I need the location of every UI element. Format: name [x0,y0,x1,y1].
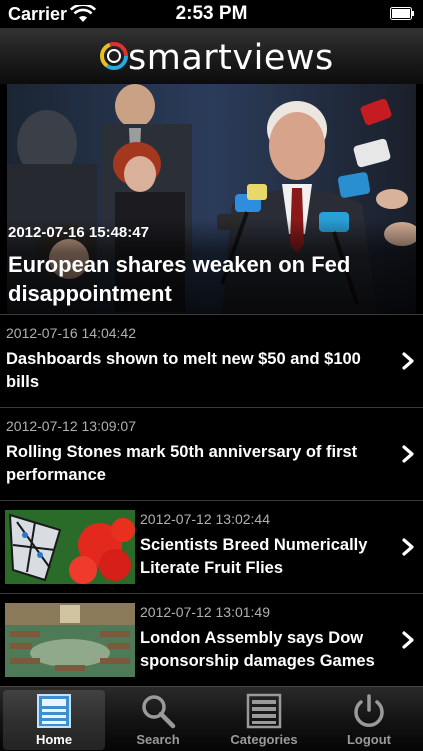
article-title: Rolling Stones mark 50th anniversary of … [6,443,358,484]
search-icon [142,695,176,729]
tab-home[interactable]: Home [3,690,105,750]
article-date: 2012-07-16 14:04:42 [6,325,136,341]
article-title: Scientists Breed Numerically Literate Fr… [140,536,368,577]
app-logo: smartviews [98,34,333,80]
article-date: 2012-07-12 13:01:49 [140,604,270,620]
list-item[interactable]: 2012-07-12 13:09:07 Rolling Stones mark … [0,407,423,500]
logo-text: smartviews [128,38,334,78]
chevron-right-icon [402,352,414,370]
article-title: London Assembly says Dow sponsorship dam… [140,629,375,670]
list-item[interactable]: 2012-07-12 13:02:44 Scientists Breed Num… [0,500,423,593]
categories-icon [246,693,282,729]
tab-label: Logout [346,732,392,747]
chevron-right-icon [402,631,414,649]
article-date: 2012-07-12 13:02:44 [140,511,270,527]
tab-label: Categories [230,732,298,747]
tab-bar: Home Search Categories Logout [0,686,423,751]
chevron-right-icon [402,445,414,463]
chevron-right-icon [402,538,414,556]
home-icon [37,694,71,728]
list-item[interactable]: 2012-07-12 13:01:49 London Assembly says… [0,593,423,686]
featured-story[interactable]: 2012-07-16 15:48:47 European shares weak… [0,84,423,314]
article-list: 2012-07-16 14:04:42 Dashboards shown to … [0,314,423,686]
status-time: 2:53 PM [175,3,248,24]
article-title: Dashboards shown to melt new $50 and $10… [6,350,361,391]
tab-label: Search [136,732,180,747]
logo-ring-icon [100,42,128,70]
app-header: smartviews [0,28,423,85]
article-thumbnail [5,510,135,584]
power-icon [354,694,384,727]
list-item[interactable]: 2012-07-16 14:04:42 Dashboards shown to … [0,314,423,407]
status-bar: Carrier 2:53 PM [0,0,423,28]
tab-label: Home [35,732,73,747]
article-thumbnail [5,603,135,677]
tab-categories[interactable]: Categories [213,687,315,751]
featured-date: 2012-07-16 15:48:47 [8,224,149,241]
article-date: 2012-07-12 13:09:07 [6,418,136,434]
tab-search[interactable]: Search [107,687,209,751]
featured-title: European shares weaken on Fed disappoint… [8,252,351,306]
battery-icon [390,7,414,20]
tab-logout[interactable]: Logout [318,687,420,751]
